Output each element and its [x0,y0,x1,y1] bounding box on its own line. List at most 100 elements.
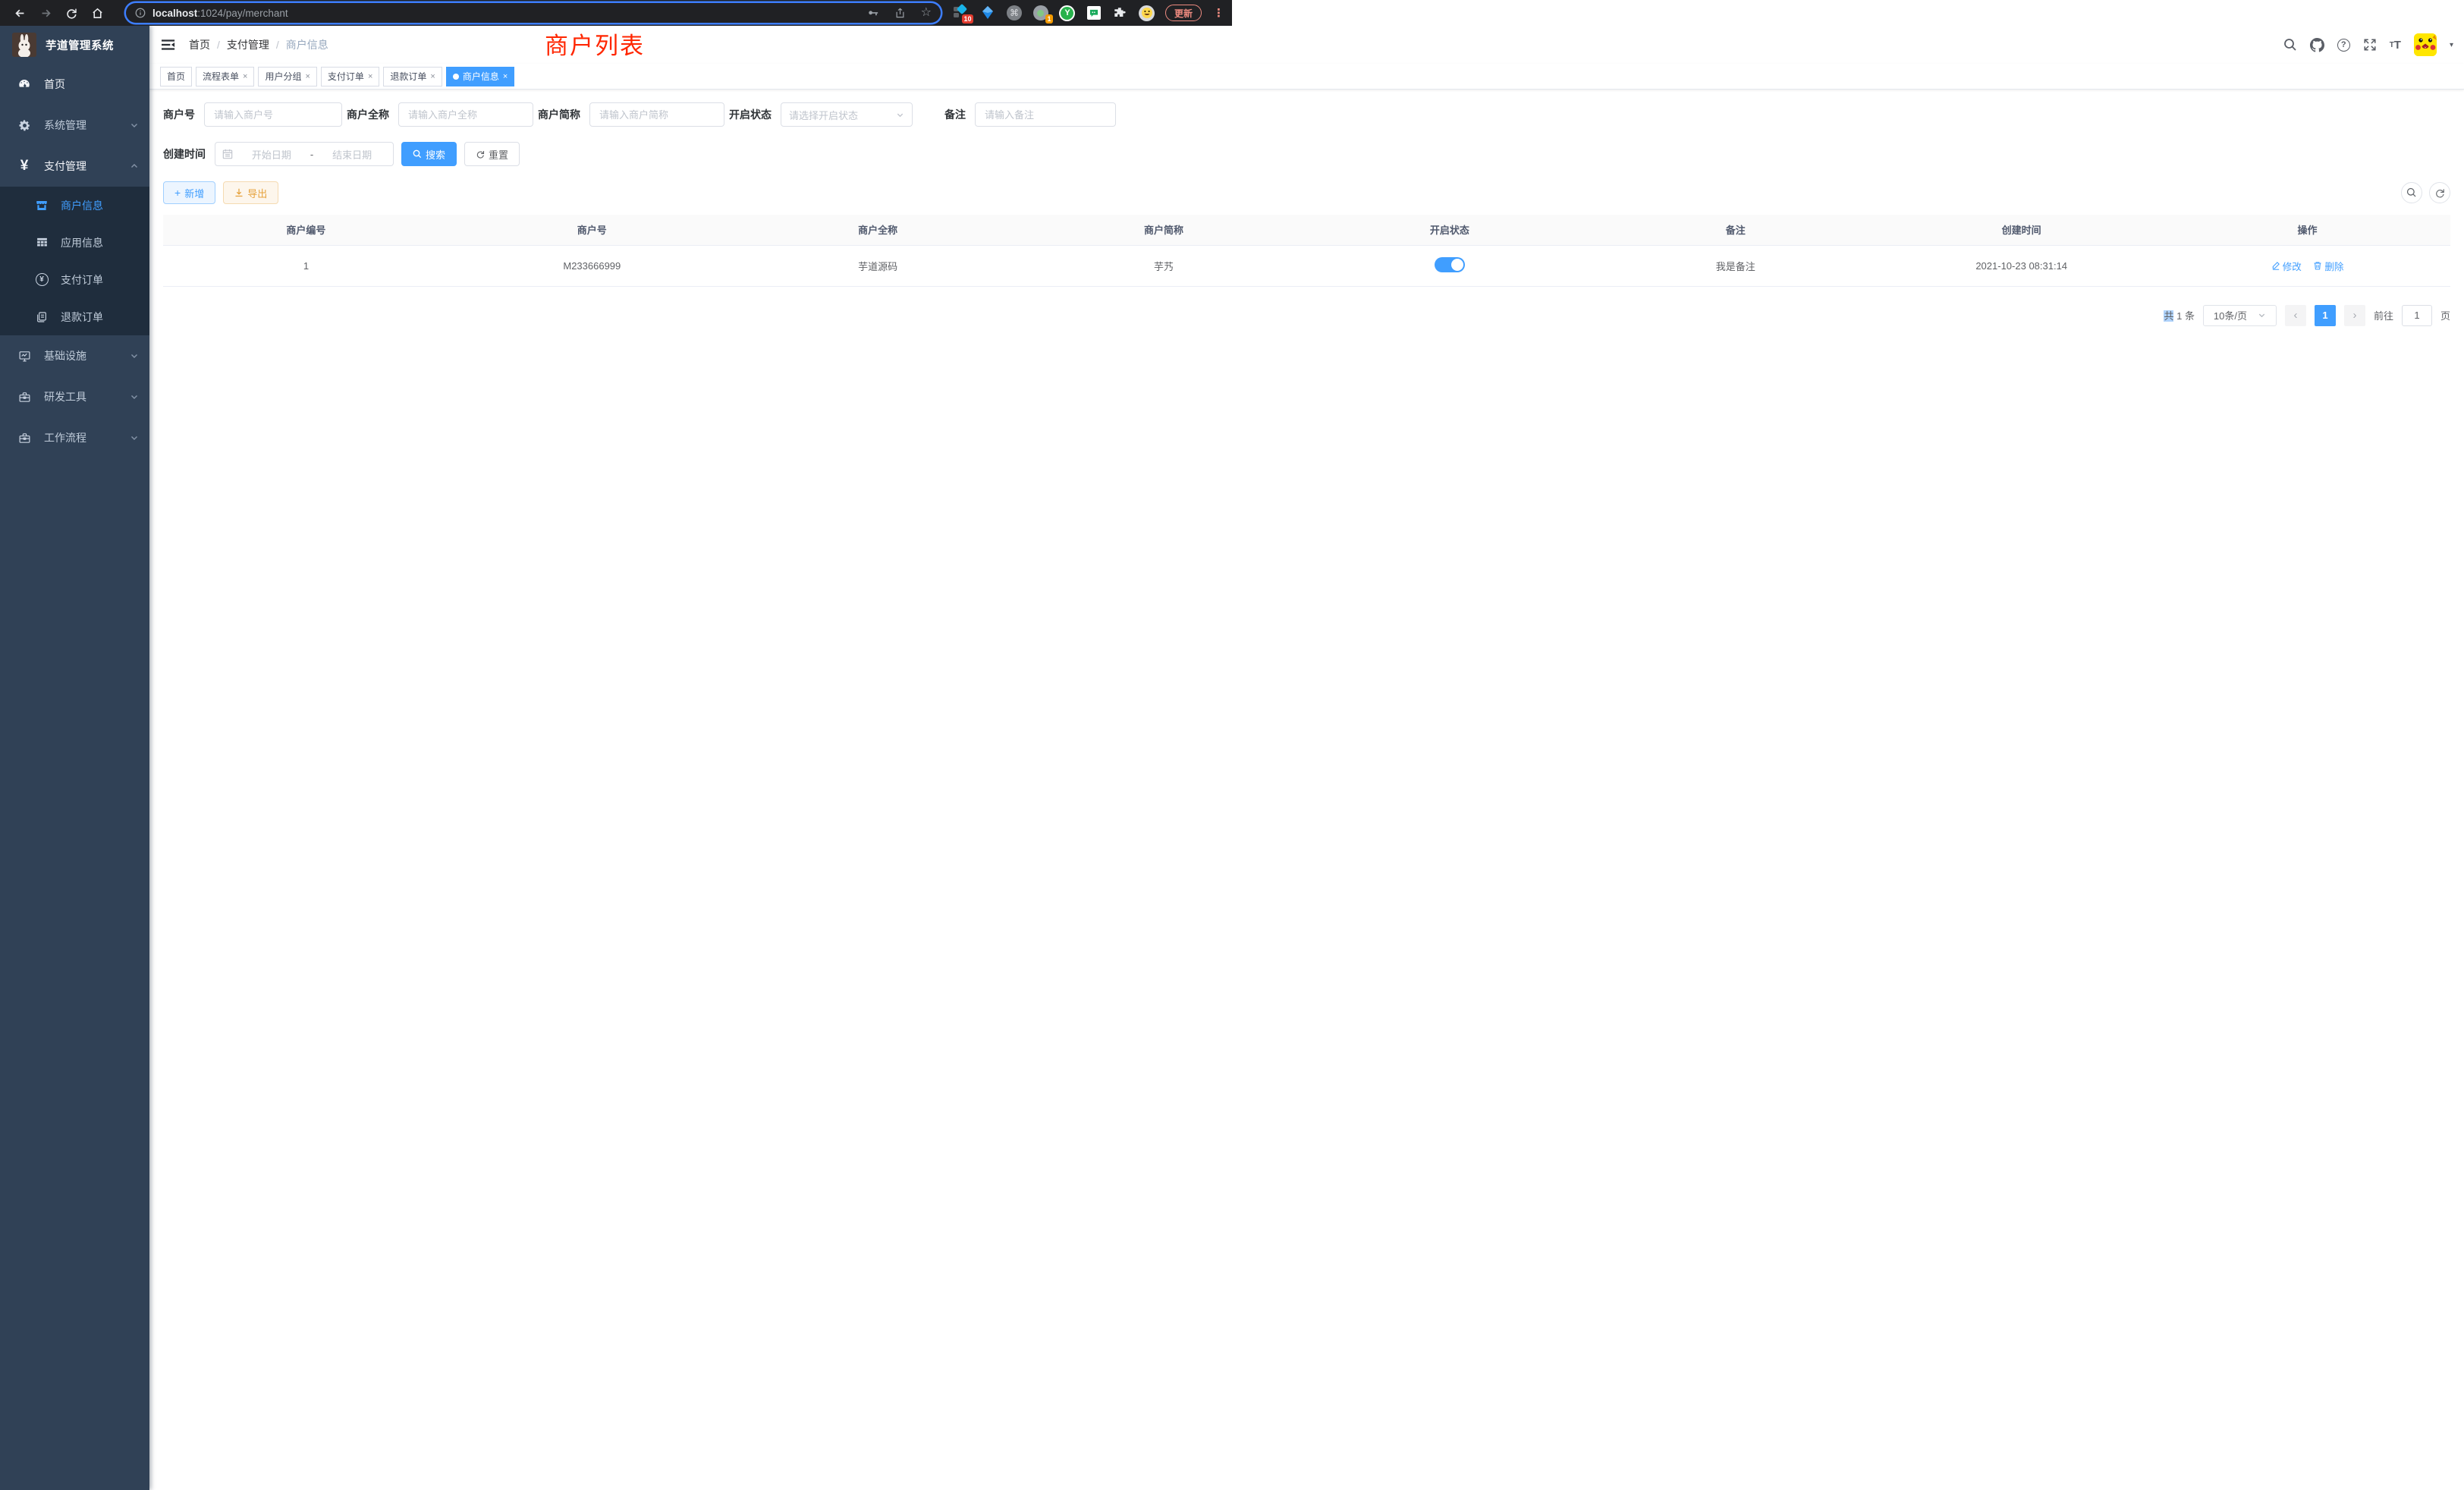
short-name-input[interactable] [589,102,724,127]
breadcrumb-home[interactable]: 首页 [189,37,210,52]
add-button[interactable]: + 新增 [163,181,215,204]
cell-merchant-no: M233666999 [449,245,735,286]
close-icon[interactable]: × [503,72,508,81]
sidebar-item-label: 支付管理 [44,159,130,174]
share-icon[interactable] [894,7,906,19]
tag-refund-orders[interactable]: 退款订单× [383,67,442,86]
extension-emoji-icon[interactable] [1139,5,1155,21]
full-name-label: 商户全称 [347,107,398,122]
chevron-down-icon [2258,311,2266,319]
documents-icon [33,311,50,323]
page-1-button[interactable]: 1 [2315,305,2336,326]
prev-page-button[interactable]: ‹ [2285,305,2306,326]
font-size-icon[interactable]: TT [2390,39,2401,52]
col-status: 开启状态 [1307,215,1593,245]
sidebar-item-pay-orders[interactable]: ¥ 支付订单 [0,261,149,298]
browser-menu-icon[interactable]: ⋮ [1212,6,1226,20]
close-icon[interactable]: × [305,72,310,81]
sidebar-item-dev-tools[interactable]: 研发工具 [0,376,149,417]
toggle-search-button[interactable] [2401,182,2422,203]
sidebar-item-payment[interactable]: ¥ 支付管理 [0,146,149,187]
refresh-button[interactable] [2429,182,2450,203]
refresh-icon [2434,187,2445,198]
search-icon [413,149,422,159]
col-full-name: 商户全称 [735,215,1021,245]
date-start-placeholder[interactable]: 开始日期 [237,147,306,162]
next-page-button[interactable]: › [2344,305,2365,326]
export-button[interactable]: 导出 [223,181,278,204]
close-icon[interactable]: × [243,72,247,81]
browser-back-icon[interactable] [11,4,29,22]
table-header-row: 商户编号 商户号 商户全称 商户简称 开启状态 备注 创建时间 操作 [163,215,2450,245]
browser-forward-icon[interactable] [36,4,55,22]
status-toggle[interactable] [1435,257,1465,272]
reset-button[interactable]: 重置 [464,142,520,166]
close-icon[interactable]: × [430,72,435,81]
url-bar[interactable]: localhost:1024/pay/merchant ☆ [126,3,941,23]
edit-pen-icon [2271,261,2280,270]
dashboard-icon [15,77,33,91]
chevron-down-icon [896,111,904,119]
site-info-icon[interactable] [135,8,146,18]
remark-input[interactable] [975,102,1116,127]
pagination: 共 1 条 10条/页 ‹ 1 › 前往 页 [163,305,2450,326]
download-icon [234,188,244,197]
status-select[interactable]: 请选择开启状态 [781,102,913,127]
refresh-icon [476,149,485,159]
sidebar-item-label: 系统管理 [44,118,130,133]
search-icon [2406,187,2417,198]
sidebar-item-merchant-info[interactable]: 商户信息 [0,187,149,224]
calendar-icon [222,149,233,159]
sidebar-item-label: 商户信息 [61,198,103,213]
avatar-caret-icon[interactable]: ▾ [2450,41,2453,49]
extension-status-icon[interactable]: 1 [1032,5,1049,21]
extension-kite-icon[interactable] [979,5,996,21]
user-avatar[interactable] [2414,33,2437,56]
short-name-label: 商户简称 [538,107,589,122]
browser-update-button[interactable]: 更新 [1165,5,1202,21]
url-text[interactable]: localhost:1024/pay/merchant [152,8,866,19]
browser-home-icon[interactable] [88,4,106,22]
chevron-down-icon [130,351,139,360]
tag-process-form[interactable]: 流程表单× [196,67,254,86]
full-name-input[interactable] [398,102,533,127]
extension-tabs-icon[interactable]: 10 [953,5,970,21]
delete-link[interactable]: 删除 [2313,259,2343,273]
tag-user-group[interactable]: 用户分组× [258,67,316,86]
password-key-icon[interactable] [866,7,879,20]
extensions-puzzle-icon[interactable] [1112,5,1129,21]
sidebar-item-home[interactable]: 首页 [0,64,149,105]
breadcrumb-payment[interactable]: 支付管理 [227,37,269,52]
help-icon[interactable]: ? [2337,39,2350,52]
payment-submenu: 商户信息 应用信息 ¥ 支付订单 退款订单 [0,187,149,335]
browser-reload-icon[interactable] [62,4,80,22]
app-title: 芋道管理系统 [46,37,114,53]
extension-chat-icon[interactable] [1086,5,1102,21]
github-icon[interactable] [2310,38,2324,52]
edit-link[interactable]: 修改 [2271,259,2302,273]
sidebar-item-infrastructure[interactable]: 基础设施 [0,335,149,376]
header-search-icon[interactable] [2283,38,2297,52]
bookmark-star-icon[interactable]: ☆ [921,7,932,19]
gear-icon [15,119,33,132]
sidebar-item-workflow[interactable]: 工作流程 [0,417,149,458]
merchant-table: 商户编号 商户号 商户全称 商户简称 开启状态 备注 创建时间 操作 1 M23… [163,215,2450,287]
date-end-placeholder[interactable]: 结束日期 [318,147,386,162]
merchant-no-input[interactable] [204,102,342,127]
page-size-select[interactable]: 10条/页 [2203,305,2277,326]
create-time-range-picker[interactable]: 开始日期 - 结束日期 [215,142,394,166]
tag-pay-orders[interactable]: 支付订单× [321,67,379,86]
goto-page-input[interactable] [2402,305,2432,326]
sidebar-item-refund-orders[interactable]: 退款订单 [0,298,149,335]
sidebar-item-system[interactable]: 系统管理 [0,105,149,146]
search-button[interactable]: 搜索 [401,142,457,166]
col-actions: 操作 [2164,215,2450,245]
fullscreen-icon[interactable] [2363,38,2377,52]
extension-yudao-icon[interactable]: Y [1059,5,1076,21]
sidebar-collapse-icon[interactable] [162,37,177,52]
tag-merchant-info[interactable]: 商户信息× [446,67,514,86]
close-icon[interactable]: × [368,72,372,81]
sidebar-item-app-info[interactable]: 应用信息 [0,224,149,261]
extension-command-icon[interactable]: ⌘ [1006,5,1023,21]
tag-home[interactable]: 首页 [160,67,192,86]
